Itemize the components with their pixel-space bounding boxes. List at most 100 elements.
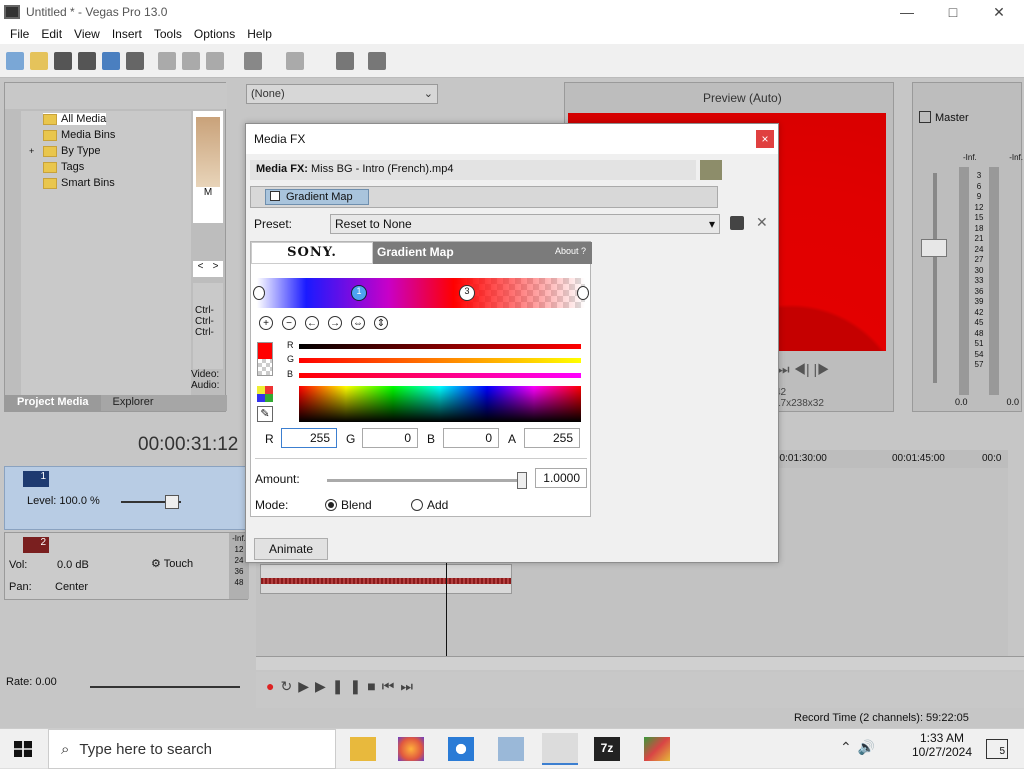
scroll-left-icon[interactable]: < xyxy=(198,261,204,277)
paste-icon[interactable] xyxy=(206,52,224,70)
gradient-preview-bar[interactable]: 1 3 xyxy=(253,278,589,308)
minimize-button[interactable]: — xyxy=(884,0,930,24)
snapping-icon[interactable] xyxy=(336,52,354,70)
a-value-input[interactable]: 255 xyxy=(524,428,580,448)
menu-view[interactable]: View xyxy=(68,27,106,41)
palette-icon[interactable] xyxy=(257,386,273,402)
notification-center-button[interactable]: 5 xyxy=(986,739,1008,759)
play-from-start-icon[interactable]: ▶ xyxy=(298,678,315,694)
track-header-video[interactable]: 1 Level: 100.0 % xyxy=(4,466,248,530)
gradient-stop-3[interactable]: 3 xyxy=(459,285,475,301)
save-icon[interactable] xyxy=(54,52,72,70)
fx-enabled-checkbox[interactable] xyxy=(270,191,280,201)
g-value-input[interactable]: 0 xyxy=(362,428,418,448)
distribute-stops-icon[interactable]: ⇔ xyxy=(351,316,365,330)
whats-this-help-icon[interactable] xyxy=(368,52,386,70)
preview-quality-dropdown[interactable]: Preview (Auto) xyxy=(703,91,782,105)
scroll-right-icon[interactable]: > xyxy=(213,261,219,277)
fx-chain-gradient-map[interactable]: Gradient Map xyxy=(265,189,369,205)
open-icon[interactable] xyxy=(30,52,48,70)
menu-tools[interactable]: Tools xyxy=(148,27,188,41)
amount-slider-track[interactable] xyxy=(327,472,527,489)
go-to-start-icon[interactable]: ⏮ xyxy=(382,678,401,694)
menu-options[interactable]: Options xyxy=(188,27,241,41)
green-channel-slider[interactable] xyxy=(299,358,581,363)
amount-input[interactable]: 1.0000 xyxy=(535,468,587,488)
loop-icon[interactable]: ↻ xyxy=(280,678,298,694)
copy-icon[interactable] xyxy=(182,52,200,70)
tab-explorer[interactable]: Explorer xyxy=(101,395,166,411)
vegas-taskbar-icon[interactable] xyxy=(542,733,578,765)
close-window-button[interactable]: ✕ xyxy=(976,0,1022,24)
audio-event[interactable] xyxy=(260,564,512,594)
menu-file[interactable]: File xyxy=(4,27,35,41)
media-thumbnail[interactable]: M xyxy=(193,111,223,223)
menu-edit[interactable]: Edit xyxy=(35,27,68,41)
move-stop-right-icon[interactable]: → xyxy=(328,316,342,330)
mode-blend-radio[interactable]: Blend xyxy=(325,498,372,512)
go-to-end-icon[interactable]: ⏭ xyxy=(400,678,419,694)
tree-item-media-bins[interactable]: Media Bins xyxy=(43,129,115,141)
tree-item-by-type[interactable]: + By Type xyxy=(29,145,101,157)
app-icon-2[interactable] xyxy=(644,737,670,761)
rate-slider[interactable] xyxy=(90,686,240,688)
cut-icon[interactable] xyxy=(158,52,176,70)
mode-add-radio[interactable]: Add xyxy=(411,498,448,512)
tab-project-media[interactable]: Project Media xyxy=(5,395,101,411)
color-spectrum-picker[interactable] xyxy=(299,386,581,422)
media-scroll-buttons[interactable]: < > xyxy=(193,261,223,277)
track-header-audio[interactable]: 2 Vol: 0.0 dB Pan: Center ⚙ Touch -Inf. … xyxy=(4,532,249,600)
menu-help[interactable]: Help xyxy=(241,27,278,41)
level-slider-handle[interactable] xyxy=(165,495,179,509)
automation-mode[interactable]: ⚙ Touch xyxy=(151,557,193,570)
7zip-icon[interactable]: 7z xyxy=(594,737,620,761)
tree-item-smart-bins[interactable]: Smart Bins xyxy=(43,177,115,189)
preset-dropdown[interactable]: Reset to None ▾ xyxy=(330,214,720,234)
add-stop-icon[interactable]: + xyxy=(259,316,273,330)
new-project-icon[interactable] xyxy=(6,52,24,70)
pause-icon[interactable]: ❚❚ xyxy=(332,678,367,694)
fx-preset-dropdown[interactable]: (None) ⌄ xyxy=(246,84,438,104)
app-icon[interactable] xyxy=(498,737,524,761)
firefox-icon[interactable] xyxy=(398,737,424,761)
b-value-input[interactable]: 0 xyxy=(443,428,499,448)
remove-stop-icon[interactable]: − xyxy=(282,316,296,330)
clock[interactable]: 1:33 AM 10/27/2024 xyxy=(910,731,974,759)
chrome-icon[interactable] xyxy=(448,737,474,761)
render-icon[interactable] xyxy=(102,52,120,70)
system-tray[interactable]: ⌃🔊 xyxy=(840,739,881,756)
reverse-stops-icon[interactable]: ⇕ xyxy=(374,316,388,330)
windows-start-icon[interactable] xyxy=(14,741,32,757)
file-explorer-icon[interactable] xyxy=(350,737,376,761)
dialog-close-button[interactable]: × xyxy=(756,130,774,148)
master-fader-handle[interactable] xyxy=(921,239,947,257)
delete-preset-icon[interactable]: ✕ xyxy=(756,214,768,231)
properties-icon[interactable] xyxy=(126,52,144,70)
transport-mini-icons[interactable]: ⏭ ◀| |▶ xyxy=(777,361,830,378)
color-swatch[interactable] xyxy=(257,342,273,376)
about-button[interactable]: About ? xyxy=(555,246,586,256)
red-channel-slider[interactable] xyxy=(299,344,581,349)
gradient-stop-1[interactable]: 1 xyxy=(351,285,367,301)
gradient-stop-end[interactable] xyxy=(577,286,589,300)
maximize-button[interactable]: □ xyxy=(930,0,976,24)
eyedropper-icon[interactable]: ✎ xyxy=(257,406,273,422)
amount-slider-thumb[interactable] xyxy=(517,472,527,489)
move-stop-left-icon[interactable]: ← xyxy=(305,316,319,330)
save-as-icon[interactable] xyxy=(78,52,96,70)
undo-icon[interactable] xyxy=(244,52,262,70)
redo-icon[interactable] xyxy=(286,52,304,70)
animate-button[interactable]: Animate xyxy=(254,538,328,560)
gradient-stop-start[interactable] xyxy=(253,286,265,300)
taskbar-search[interactable]: ⌕ Type here to search xyxy=(48,729,336,769)
stop-icon[interactable]: ■ xyxy=(367,678,381,694)
record-icon[interactable]: ● xyxy=(266,678,280,694)
r-value-input[interactable]: 255 xyxy=(281,428,337,448)
tree-item-tags[interactable]: Tags xyxy=(43,161,84,173)
timeline-scrollbar[interactable] xyxy=(256,656,1024,670)
play-icon[interactable]: ▶ xyxy=(315,678,332,694)
chain-view-toggle[interactable] xyxy=(700,160,722,180)
expand-icon[interactable]: + xyxy=(29,146,39,156)
tree-item-all-media[interactable]: All Media xyxy=(43,113,107,125)
blue-channel-slider[interactable] xyxy=(299,373,581,378)
